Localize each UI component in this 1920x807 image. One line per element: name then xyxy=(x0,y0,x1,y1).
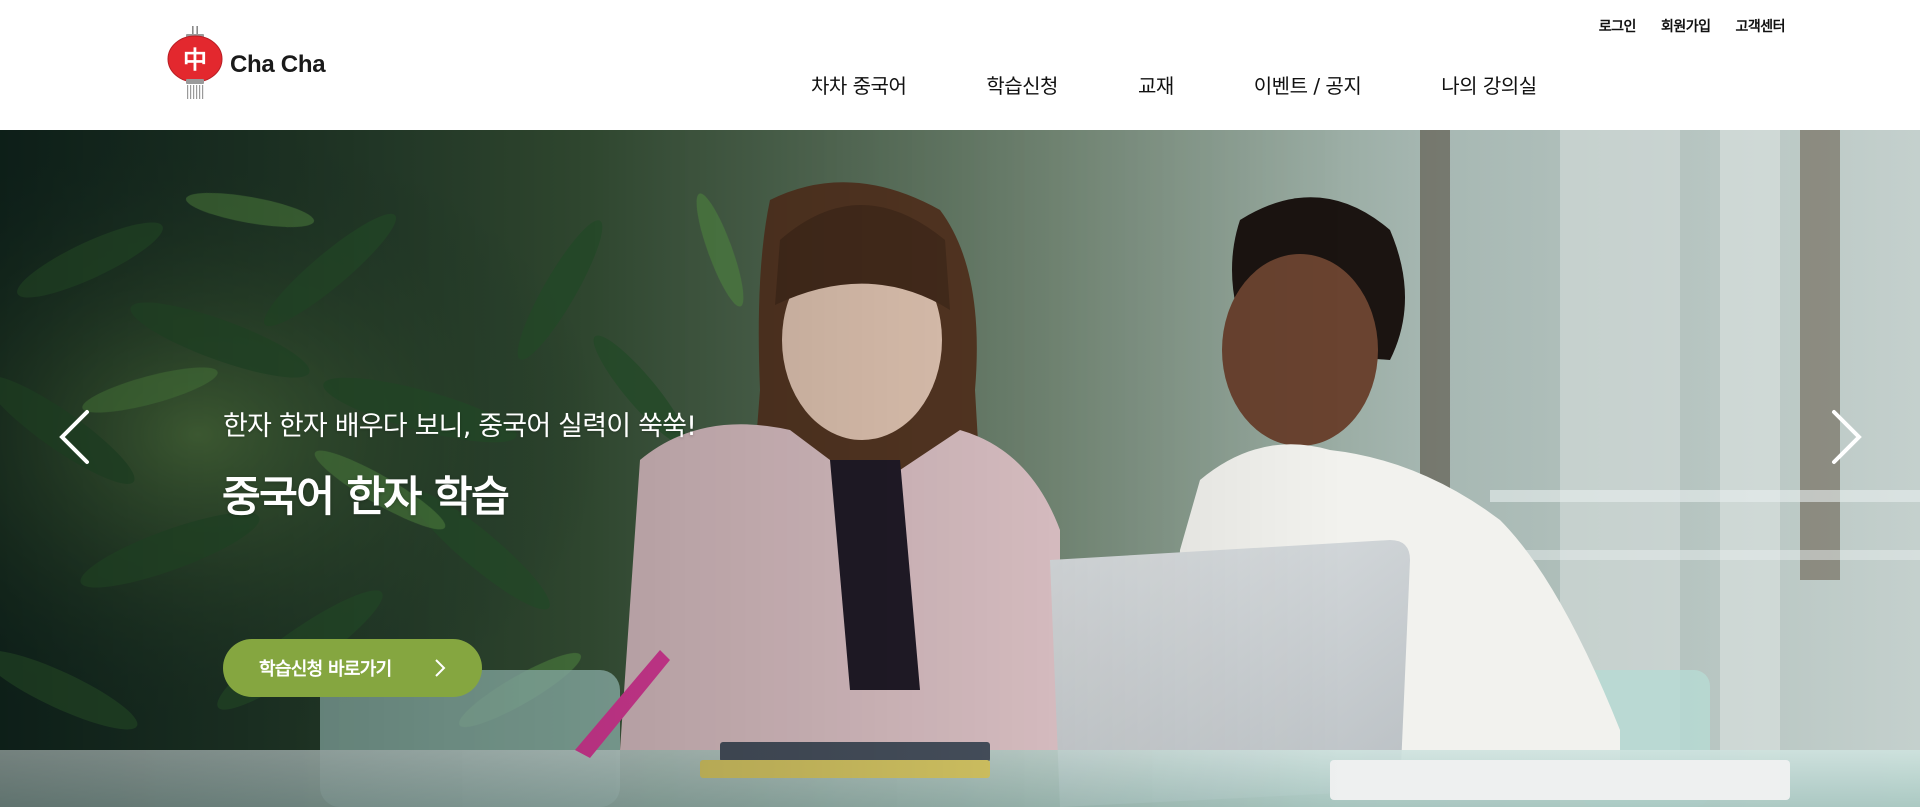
chevron-right-icon xyxy=(435,659,446,677)
nav-item-my-classroom[interactable]: 나의 강의실 xyxy=(1441,76,1537,96)
site-header: 中 Cha Cha 로그인 회원가입 고객센터 차차 중국어 학습신청 교재 이… xyxy=(0,0,1920,130)
apply-shortcut-label: 학습신청 바로가기 xyxy=(259,659,392,680)
nav-item-apply[interactable]: 학습신청 xyxy=(986,76,1058,96)
hero-slider: 한자 한자 배우다 보니, 중국어 실력이 쑥쑥! 중국어 한자 학습 학습신청… xyxy=(0,130,1920,807)
signup-link[interactable]: 회원가입 xyxy=(1661,16,1711,36)
chevron-right-icon[interactable] xyxy=(1830,409,1864,465)
login-link[interactable]: 로그인 xyxy=(1599,16,1637,36)
lantern-logo-icon: 中 xyxy=(167,26,223,99)
chevron-left-icon[interactable] xyxy=(57,409,91,465)
nav-item-textbook[interactable]: 교재 xyxy=(1138,76,1174,96)
nav-item-events-notice[interactable]: 이벤트 / 공지 xyxy=(1254,76,1362,96)
hero-subtitle: 한자 한자 배우다 보니, 중국어 실력이 쑥쑥! xyxy=(223,411,697,442)
customer-center-link[interactable]: 고객센터 xyxy=(1735,16,1785,36)
utility-nav: 로그인 회원가입 고객센터 xyxy=(1599,16,1786,36)
logo-glyph: 中 xyxy=(183,46,207,74)
logo-text: Cha Cha xyxy=(230,51,326,78)
apply-shortcut-button[interactable]: 학습신청 바로가기 xyxy=(223,639,482,697)
nav-item-chacha-chinese[interactable]: 차차 중국어 xyxy=(811,76,907,96)
hero-title: 중국어 한자 학습 xyxy=(222,472,510,521)
main-nav: 차차 중국어 학습신청 교재 이벤트 / 공지 나의 강의실 xyxy=(811,76,1537,96)
logo[interactable]: 中 Cha Cha xyxy=(166,26,326,104)
